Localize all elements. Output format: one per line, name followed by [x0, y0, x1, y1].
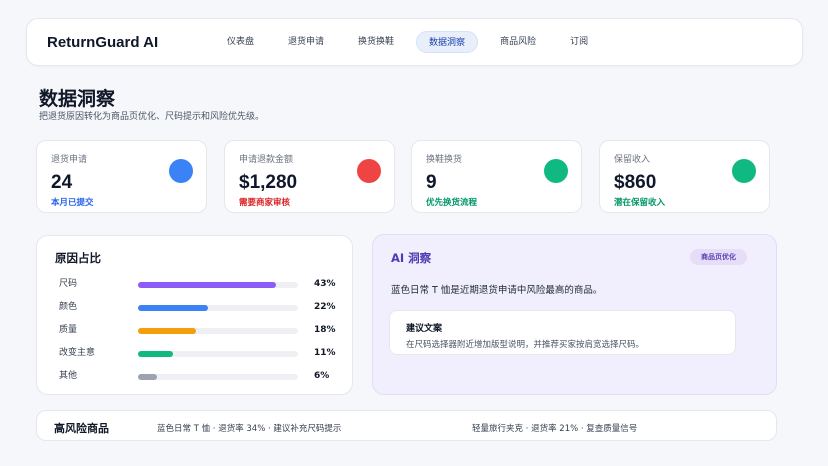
- reason-bar-track: [138, 374, 298, 380]
- reason-bar-fill: [138, 351, 174, 357]
- reason-label: 尺码: [59, 279, 78, 289]
- reason-bar-track: [138, 282, 298, 288]
- reason-bar-track: [138, 305, 298, 311]
- status-dot-icon: [732, 159, 756, 183]
- stat-card-exchanges: 换鞋换货 9 优先换货流程: [411, 140, 582, 213]
- reason-label: 其他: [59, 371, 78, 381]
- stat-card-refund-amount: 申请退款金额 $1,280 需要商家审核: [224, 140, 395, 213]
- status-dot-icon: [169, 159, 193, 183]
- stat-note: 本月已提交: [51, 198, 94, 208]
- reason-label: 质量: [59, 325, 78, 335]
- tab-dashboard[interactable]: 仪表盘: [215, 31, 266, 53]
- reason-card-title: 原因占比: [55, 251, 101, 265]
- top-nav: ReturnGuard AI 仪表盘 退货申请 换货换鞋 数据洞察 商品风险 订…: [26, 18, 803, 66]
- reason-bar-fill: [138, 282, 276, 288]
- reason-row: 尺码 43%: [55, 278, 352, 301]
- high-risk-item[interactable]: 蓝色日常 T 恤 · 退货率 34% · 建议补充尺码提示: [157, 422, 341, 434]
- reason-label: 改变主意: [59, 348, 96, 358]
- tab-exchanges[interactable]: 换货换鞋: [346, 31, 406, 53]
- ai-insight-text: 蓝色日常 T 恤是近期退货申请中风险最高的商品。: [391, 285, 603, 296]
- page-title: 数据洞察: [39, 88, 116, 110]
- ai-insight-card: AI 洞察 商品页优化 蓝色日常 T 恤是近期退货申请中风险最高的商品。 建议文…: [372, 234, 777, 395]
- tab-product-risk[interactable]: 商品风险: [488, 31, 548, 53]
- status-dot-icon: [544, 159, 568, 183]
- stat-note: 优先换货流程: [426, 198, 478, 208]
- nav-tabs: 仪表盘 退货申请 换货换鞋 数据洞察 商品风险 订阅: [215, 31, 610, 53]
- tab-return-requests[interactable]: 退货申请: [276, 31, 336, 53]
- app-title[interactable]: ReturnGuard AI: [47, 34, 215, 51]
- reason-breakdown-card: 原因占比 尺码 43% 颜色 22% 质量 18% 改变主意 11% 其他 6%: [36, 235, 353, 395]
- tab-data-insights[interactable]: 数据洞察: [416, 31, 479, 53]
- reason-percent: 22%: [314, 302, 336, 312]
- reason-percent: 11%: [314, 348, 336, 358]
- reason-percent: 43%: [314, 279, 336, 289]
- reason-bar-fill: [138, 374, 158, 380]
- reason-bar-fill: [138, 328, 196, 334]
- reason-bar-track: [138, 351, 298, 357]
- ai-insight-badge[interactable]: 商品页优化: [690, 249, 747, 265]
- reason-label: 颜色: [59, 302, 78, 312]
- reason-row: 改变主意 11%: [55, 347, 352, 370]
- high-risk-title: 高风险商品: [54, 422, 109, 435]
- page-subtitle: 把退货原因转化为商品页优化、尺码提示和风险优先级。: [39, 112, 265, 122]
- reason-bar-track: [138, 328, 298, 334]
- reason-row: 颜色 22%: [55, 301, 352, 324]
- reason-row: 其他 6%: [55, 370, 352, 393]
- high-risk-products-bar: 高风险商品 蓝色日常 T 恤 · 退货率 34% · 建议补充尺码提示 轻量旅行…: [36, 410, 777, 441]
- stat-card-retained-revenue: 保留收入 $860 潜在保留收入: [599, 140, 770, 213]
- stat-card-return-requests: 退货申请 24 本月已提交: [36, 140, 207, 213]
- reason-percent: 18%: [314, 325, 336, 335]
- reason-percent: 6%: [314, 371, 330, 381]
- reason-row: 质量 18%: [55, 324, 352, 347]
- suggested-copy-title: 建议文案: [406, 324, 443, 334]
- high-risk-item[interactable]: 轻量旅行夹克 · 退货率 21% · 复查质量信号: [472, 422, 637, 434]
- stat-note: 潜在保留收入: [614, 198, 666, 208]
- reason-list: 尺码 43% 颜色 22% 质量 18% 改变主意 11% 其他 6%: [55, 278, 352, 393]
- reason-bar-fill: [138, 305, 209, 311]
- tab-subscription[interactable]: 订阅: [558, 31, 600, 53]
- status-dot-icon: [357, 159, 381, 183]
- suggested-copy-box: 建议文案 在尺码选择器附近增加版型说明，并推荐买家按肩宽选择尺码。: [389, 310, 736, 355]
- suggested-copy-text: 在尺码选择器附近增加版型说明，并推荐买家按肩宽选择尺码。: [406, 340, 645, 350]
- stat-note: 需要商家审核: [239, 198, 291, 208]
